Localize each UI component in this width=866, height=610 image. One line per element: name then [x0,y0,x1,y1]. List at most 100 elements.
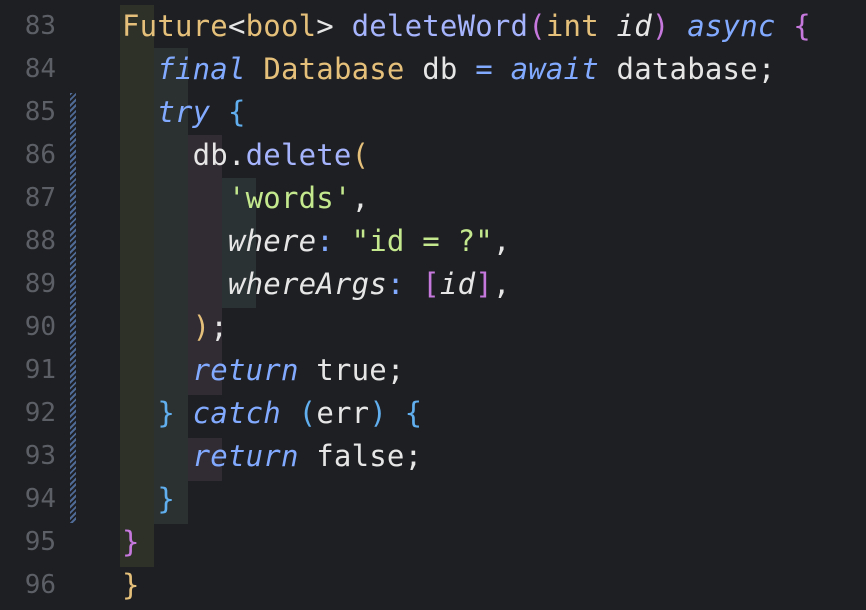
code-token: Database [263,52,405,86]
code-token: return [192,439,299,473]
code-token: id [439,267,476,301]
code-text[interactable]: Future<bool> deleteWord(int id) async { [122,5,811,48]
line-number[interactable]: 86 [0,134,56,177]
line-number[interactable]: 85 [0,91,56,134]
code-token: db. [122,138,246,172]
code-token: "id = ?" [351,224,493,258]
code-token: ( [528,9,546,43]
line-number[interactable]: 89 [0,263,56,306]
code-token: , [351,181,370,215]
code-token: : [316,224,352,258]
code-token: catch [192,396,281,430]
code-token: Future [122,9,228,43]
code-token: ) [192,310,211,344]
code-token: delete [245,138,352,172]
line-number[interactable]: 88 [0,220,56,263]
code-text[interactable]: final Database db = await database; [122,48,776,91]
code-token: : [386,267,423,301]
code-token: ] [475,267,493,301]
code-text[interactable]: return false; [122,435,422,478]
code-text[interactable]: return true; [122,349,405,392]
line-number[interactable]: 83 [0,5,56,48]
code-text[interactable]: } [122,478,175,521]
code-token: db [404,52,476,86]
code-text[interactable]: } [122,564,140,607]
code-text[interactable]: whereArgs: [id], [122,263,511,306]
code-line[interactable]: 83 Future<bool> deleteWord(int id) async … [0,5,866,48]
code-token: { [793,9,811,43]
code-token: database; [598,52,776,86]
line-number[interactable]: 95 [0,521,56,564]
code-token: whereArgs [227,267,387,301]
line-number[interactable]: 90 [0,306,56,349]
code-line[interactable]: 85 try { [0,91,866,134]
code-token: [ [422,267,440,301]
code-token: int [545,9,599,43]
line-number[interactable]: 92 [0,392,56,435]
code-line[interactable]: 94 } [0,478,866,521]
code-token: ; [210,310,228,344]
code-line[interactable]: 87 'words', [0,177,866,220]
code-token: err [316,396,370,430]
code-text[interactable]: db.delete( [122,134,369,177]
code-token: , [492,267,511,301]
line-number[interactable]: 87 [0,177,56,220]
code-text[interactable]: } [122,521,140,564]
code-token: , [492,224,511,258]
code-token: final [157,52,246,86]
code-token: deleteWord [351,9,529,43]
code-token: ) [651,9,670,43]
code-token: } [122,568,140,602]
code-line[interactable]: 93 return false; [0,435,866,478]
code-token: < [227,9,246,43]
code-token: return [192,353,299,387]
code-line[interactable]: 84 final Database db = await database; [0,48,866,91]
code-line[interactable]: 89 whereArgs: [id], [0,263,866,306]
code-line[interactable]: 95} [0,521,866,564]
code-editor[interactable]: 83 Future<bool> deleteWord(int id) async … [0,0,866,610]
code-text[interactable]: 'words', [122,177,369,220]
code-text[interactable]: try { [122,91,246,134]
code-token: } [157,482,175,516]
line-number[interactable]: 91 [0,349,56,392]
code-token: } [122,525,140,559]
line-number[interactable]: 93 [0,435,56,478]
code-line[interactable]: 88 where: "id = ?", [0,220,866,263]
code-token: true; [298,353,405,387]
code-token: ( [351,138,370,172]
line-number[interactable]: 96 [0,564,56,607]
code-token: try [157,95,211,129]
code-line[interactable]: 86 db.delete( [0,134,866,177]
line-number[interactable]: 84 [0,48,56,91]
code-line[interactable]: 96} [0,564,866,607]
code-token: 'words' [227,181,352,215]
code-line[interactable]: 92 } catch (err) { [0,392,866,435]
code-token: bool [245,9,317,43]
code-line[interactable]: 91 return true; [0,349,866,392]
code-token: async [687,9,776,43]
code-text[interactable]: } catch (err) { [122,392,422,435]
code-text[interactable]: ); [122,306,228,349]
code-line[interactable]: 90 ); [0,306,866,349]
code-token: ) [369,396,387,430]
code-token: where [227,224,317,258]
code-text[interactable]: where: "id = ?", [122,220,511,263]
line-number[interactable]: 94 [0,478,56,521]
